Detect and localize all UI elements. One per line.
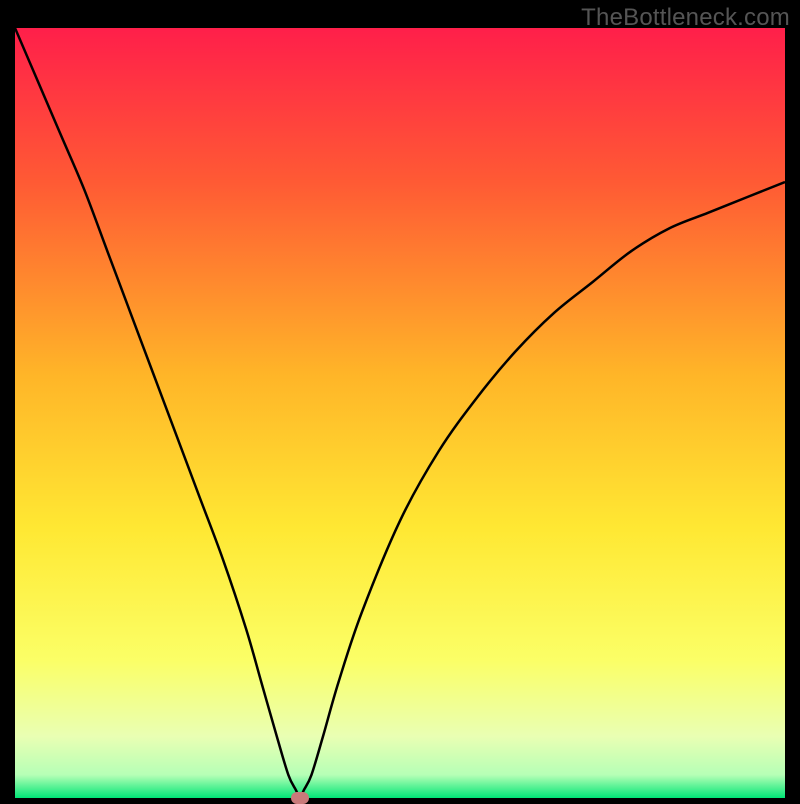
chart-container	[15, 28, 785, 798]
gradient-background	[15, 28, 785, 798]
bottleneck-chart	[15, 28, 785, 798]
optimum-marker	[291, 792, 309, 804]
